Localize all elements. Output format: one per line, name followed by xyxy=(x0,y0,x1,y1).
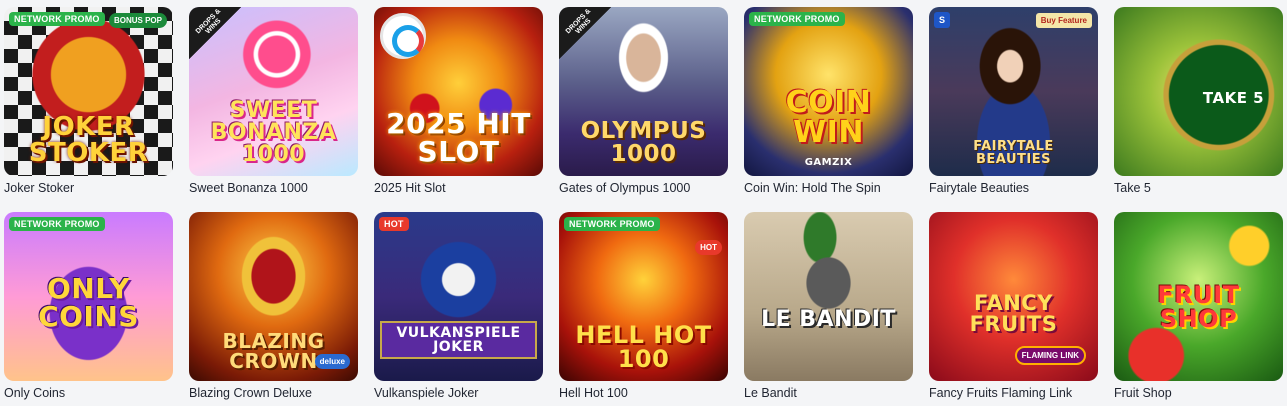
game-title-art: HELL HOT 100 xyxy=(575,321,712,373)
game-card-fancy-fruits-flaming-link[interactable]: FANCY FRUITS FLAMING LINK Fancy Fruits F… xyxy=(929,212,1098,402)
game-card-only-coins[interactable]: NETWORK PROMO ONLY COINS Only Coins xyxy=(4,212,173,402)
game-title-art: JOKER STOKER xyxy=(28,112,149,168)
game-title: Vulkanspiele Joker xyxy=(374,386,479,400)
game-thumbnail[interactable]: NETWORK PROMO ONLY COINS xyxy=(4,212,173,381)
game-card-joker-stoker[interactable]: NETWORK PROMO BONUS POP JOKER STOKER Jok… xyxy=(4,7,173,212)
game-thumbnail[interactable]: NETWORK PROMO COIN WIN GAMZIX xyxy=(744,7,913,176)
game-thumbnail[interactable]: S Buy Feature FAIRYTALE BEAUTIES xyxy=(929,7,1098,176)
game-title-art: TAKE 5 xyxy=(1202,89,1265,107)
network-promo-badge: NETWORK PROMO xyxy=(9,217,105,231)
game-card-blazing-crown-deluxe[interactable]: BLAZING CROWN deluxe Blazing Crown Delux… xyxy=(189,212,358,402)
game-title-art: OLYMPUS 1000 xyxy=(580,118,707,167)
provider-s-icon: S xyxy=(934,12,950,28)
game-thumbnail[interactable]: FANCY FRUITS FLAMING LINK xyxy=(929,212,1098,381)
game-thumbnail[interactable]: LE BANDIT xyxy=(744,212,913,381)
game-title: Le Bandit xyxy=(744,386,797,400)
game-title: Blazing Crown Deluxe xyxy=(189,386,312,400)
game-title-art: FRUIT SHOP xyxy=(1157,281,1240,333)
game-title: Hell Hot 100 xyxy=(559,386,628,400)
game-card-vulkanspiele-joker[interactable]: HOT VULKANSPIELE JOKER Vulkanspiele Joke… xyxy=(374,212,543,402)
game-thumbnail[interactable]: BLAZING CROWN deluxe xyxy=(189,212,358,381)
game-title-art: FAIRYTALE BEAUTIES xyxy=(973,139,1054,167)
bonus-pop-badge: BONUS POP xyxy=(108,13,167,28)
game-title: Only Coins xyxy=(4,386,66,400)
game-title: Fancy Fruits Flaming Link xyxy=(929,386,1073,400)
network-promo-badge: NETWORK PROMO xyxy=(749,12,845,26)
game-title-art: SWEET BONANZA 1000 xyxy=(210,98,337,167)
drops-wins-corner: DROPS & WINS xyxy=(559,7,611,59)
game-title: Sweet Bonanza 1000 xyxy=(189,181,308,195)
drops-wins-corner: DROPS & WINS xyxy=(189,7,241,59)
hot-badge: HOT xyxy=(379,217,409,231)
provider-logo-icon xyxy=(380,13,426,59)
game-thumbnail[interactable]: HOT VULKANSPIELE JOKER xyxy=(374,212,543,381)
game-thumbnail[interactable]: DROPS & WINS OLYMPUS 1000 xyxy=(559,7,728,176)
game-title-art: LE BANDIT xyxy=(761,307,896,332)
game-thumbnail[interactable]: TAKE 5 xyxy=(1114,7,1283,176)
game-thumbnail[interactable]: NETWORK PROMO HOT HELL HOT 100 xyxy=(559,212,728,381)
game-card-le-bandit[interactable]: LE BANDIT Le Bandit xyxy=(744,212,913,402)
game-card-gates-of-olympus-1000[interactable]: DROPS & WINS OLYMPUS 1000 Gates of Olymp… xyxy=(559,7,728,212)
game-title: Fruit Shop xyxy=(1114,386,1172,400)
hot-badge: HOT xyxy=(695,240,722,255)
network-promo-badge: NETWORK PROMO xyxy=(564,217,660,231)
game-thumbnail[interactable]: FRUIT SHOP xyxy=(1114,212,1283,381)
game-title: Take 5 xyxy=(1114,181,1151,195)
game-thumbnail[interactable]: NETWORK PROMO BONUS POP JOKER STOKER xyxy=(4,7,173,176)
network-promo-badge: NETWORK PROMO xyxy=(9,12,105,26)
game-thumbnail[interactable]: DROPS & WINS SWEET BONANZA 1000 xyxy=(189,7,358,176)
game-title-art: COIN WIN xyxy=(785,85,872,150)
game-thumbnail[interactable]: 2025 HIT SLOT xyxy=(374,7,543,176)
game-title: Coin Win: Hold The Spin xyxy=(744,181,881,195)
game-title: Gates of Olympus 1000 xyxy=(559,181,691,195)
game-title-art: VULKANSPIELE JOKER xyxy=(380,321,537,359)
provider-label: GAMZIX xyxy=(804,157,853,168)
game-card-2025-hit-slot[interactable]: 2025 HIT SLOT 2025 Hit Slot xyxy=(374,7,543,212)
game-title-art: 2025 HIT SLOT xyxy=(386,107,531,168)
game-card-fairytale-beauties[interactable]: S Buy Feature FAIRYTALE BEAUTIES Fairyta… xyxy=(929,7,1098,212)
game-title: Joker Stoker xyxy=(4,181,75,195)
game-title-art: FANCY FRUITS xyxy=(969,291,1058,336)
game-card-sweet-bonanza-1000[interactable]: DROPS & WINS SWEET BONANZA 1000 Sweet Bo… xyxy=(189,7,358,212)
game-title: 2025 Hit Slot xyxy=(374,181,446,195)
game-card-coin-win[interactable]: NETWORK PROMO COIN WIN GAMZIX Coin Win: … xyxy=(744,7,913,212)
flaming-link-badge: FLAMING LINK xyxy=(1014,346,1086,365)
game-card-hell-hot-100[interactable]: NETWORK PROMO HOT HELL HOT 100 Hell Hot … xyxy=(559,212,728,402)
game-card-take-5[interactable]: TAKE 5 Take 5 xyxy=(1114,7,1283,212)
game-card-fruit-shop[interactable]: FRUIT SHOP Fruit Shop xyxy=(1114,212,1283,402)
game-title: Fairytale Beauties xyxy=(929,181,1030,195)
game-grid: NETWORK PROMO BONUS POP JOKER STOKER Jok… xyxy=(4,7,1283,402)
deluxe-label: deluxe xyxy=(314,354,350,369)
game-title-art: ONLY COINS xyxy=(38,272,139,333)
buy-feature-badge: Buy Feature xyxy=(1035,13,1092,28)
